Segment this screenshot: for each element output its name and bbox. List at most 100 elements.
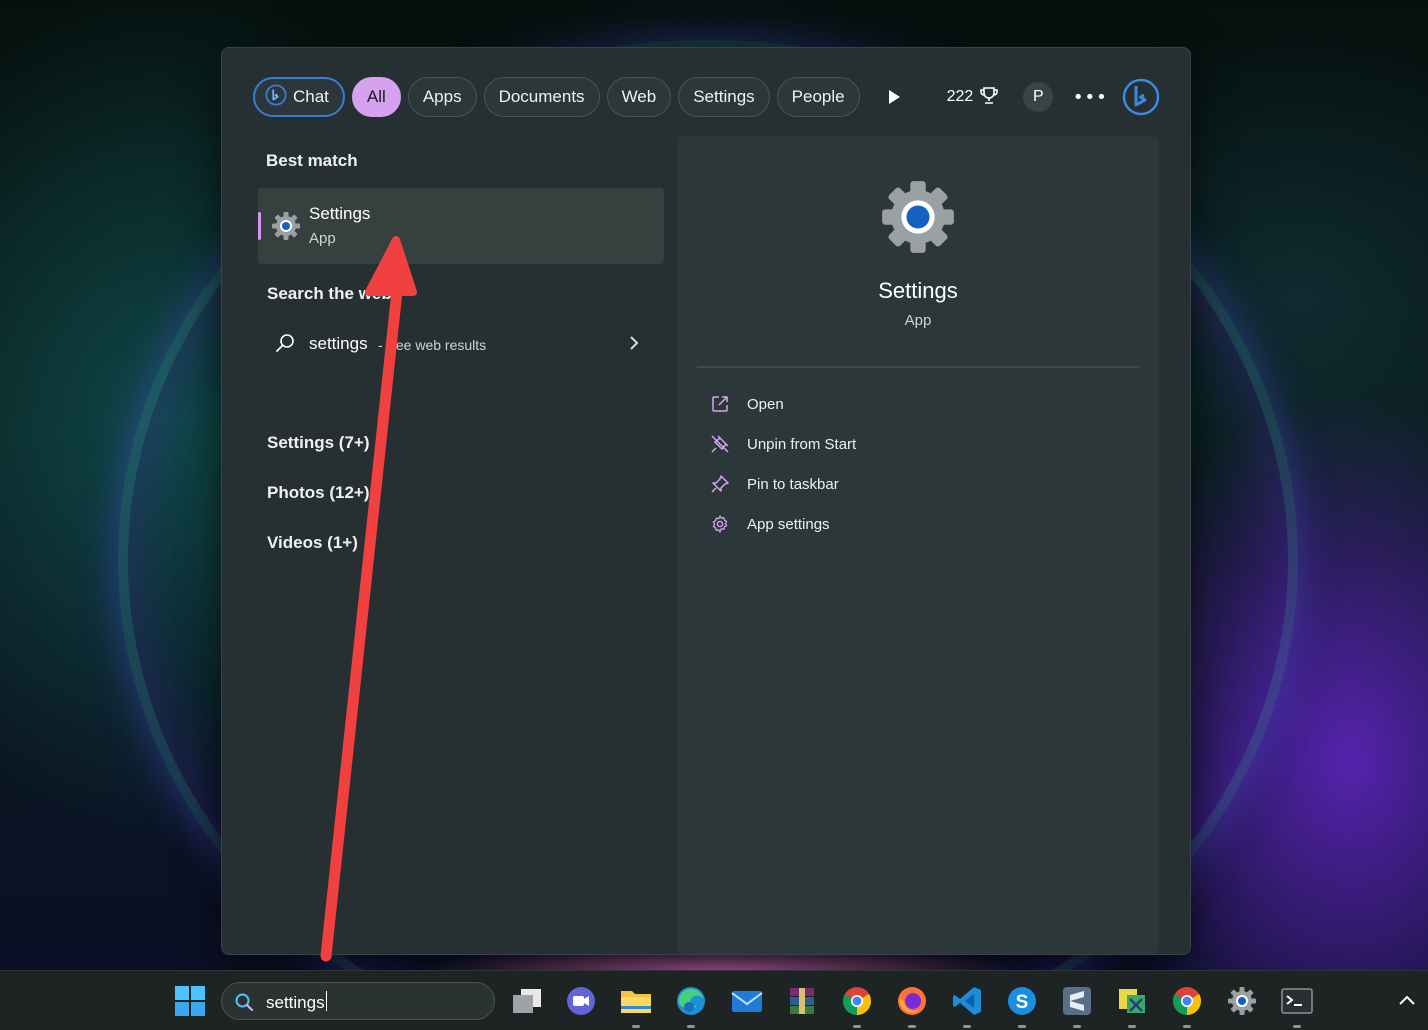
open-external-icon [709, 393, 731, 415]
chrome-profile-button[interactable] [1169, 983, 1205, 1028]
search-flyout: Chat All Apps Documents Web Settings Peo… [221, 47, 1191, 955]
play-icon [888, 90, 900, 104]
filter-chat[interactable]: Chat [253, 77, 345, 117]
action-app-settings[interactable]: App settings [709, 509, 830, 539]
folder-icon [621, 991, 651, 1013]
winrar-button[interactable] [784, 983, 820, 1019]
best-match-name: Settings [309, 204, 371, 223]
task-view-button[interactable] [509, 983, 545, 1019]
action-pin-to-taskbar[interactable]: Pin to taskbar [709, 469, 839, 499]
ellipsis-icon: ••• [1072, 86, 1108, 108]
vscode-button[interactable] [949, 983, 985, 1028]
vscode-icon [953, 987, 981, 1015]
bing-button[interactable] [1121, 77, 1161, 117]
more-options-button[interactable]: ••• [1072, 82, 1108, 112]
terminal-icon [1281, 988, 1313, 1014]
firefox-button[interactable] [894, 983, 930, 1028]
action-open-label: Open [747, 395, 784, 413]
running-indicator [1073, 1025, 1081, 1028]
preview-app-type: App [904, 312, 932, 329]
taskbar: settings S [0, 970, 1428, 1030]
rewards-points[interactable]: 222 [947, 85, 1000, 110]
text-caret [325, 991, 327, 1011]
best-match-heading: Best match [266, 151, 358, 170]
chrome-button[interactable] [839, 983, 875, 1028]
action-unpin-from-start[interactable]: Unpin from Start [709, 429, 856, 459]
search-filter-bar: Chat All Apps Documents Web Settings Peo… [253, 76, 1161, 118]
settings-taskbar-button[interactable] [1224, 983, 1260, 1019]
tool-app-button[interactable] [1114, 983, 1150, 1028]
search-icon [234, 992, 254, 1016]
preview-app-name: Settings [878, 278, 958, 303]
filter-people-label: People [791, 87, 845, 106]
filter-documents-label: Documents [498, 87, 585, 106]
show-hidden-icons-button[interactable] [1398, 991, 1416, 1010]
running-indicator [853, 1025, 861, 1028]
start-button[interactable] [174, 985, 206, 1021]
windows-logo-icon [175, 986, 205, 1016]
running-indicator [1183, 1025, 1191, 1028]
pin-icon [709, 473, 731, 495]
chevron-right-icon[interactable] [628, 335, 640, 355]
file-explorer-button[interactable] [618, 983, 654, 1028]
running-indicator [1293, 1025, 1301, 1028]
settings-gear-large-icon [877, 176, 959, 262]
skype-button[interactable]: S [1004, 983, 1040, 1028]
web-search-query: settings [309, 334, 368, 353]
group-settings[interactable]: Settings (7+) [267, 433, 370, 453]
bing-icon [1123, 78, 1160, 116]
running-indicator [1018, 1025, 1026, 1028]
firefox-icon [898, 987, 926, 1015]
sublime-text-icon [1063, 987, 1091, 1015]
preview-divider [697, 366, 1139, 368]
profile-avatar[interactable]: P [1023, 82, 1054, 112]
filter-settings-label: Settings [693, 87, 755, 106]
svg-text:S: S [1016, 992, 1029, 1013]
web-search-result[interactable]: settings - See web results [258, 318, 664, 368]
selection-indicator [258, 212, 261, 240]
mail-button[interactable] [729, 983, 765, 1019]
tool-app-icon [1119, 989, 1145, 1013]
more-filters-button[interactable] [877, 77, 911, 117]
group-videos[interactable]: Videos (1+) [267, 533, 358, 553]
filter-apps[interactable]: Apps [407, 77, 477, 117]
edge-icon [677, 987, 705, 1015]
chrome-icon [843, 987, 871, 1015]
search-web-heading: Search the web [267, 284, 392, 303]
running-indicator [632, 1025, 640, 1028]
taskbar-search-box[interactable]: settings [221, 982, 495, 1020]
filter-people[interactable]: People [776, 77, 860, 117]
action-open[interactable]: Open [709, 389, 784, 419]
taskbar-search-value: settings [266, 993, 325, 1012]
group-photos[interactable]: Photos (12+) [267, 483, 370, 503]
unpin-icon [709, 433, 731, 455]
settings-gear-icon [1228, 987, 1256, 1015]
running-indicator [908, 1025, 916, 1028]
terminal-button[interactable] [1279, 983, 1315, 1028]
filter-chat-label: Chat [293, 87, 329, 106]
best-match-type: App [309, 230, 336, 247]
filter-all[interactable]: All [351, 77, 401, 117]
rewards-points-value: 222 [946, 88, 974, 105]
taskbar-search-input: settings [266, 991, 327, 1013]
sublime-button[interactable] [1059, 983, 1095, 1028]
edge-button[interactable] [673, 983, 709, 1028]
task-view-icon [513, 989, 541, 1013]
bing-chat-icon [265, 83, 287, 111]
teams-chat-button[interactable] [563, 983, 599, 1019]
filter-web[interactable]: Web [606, 77, 672, 117]
settings-gear-icon [270, 210, 302, 246]
preview-pane: Settings App Open Unpin from Start Pin t… [677, 136, 1159, 954]
chevron-up-icon [1399, 995, 1415, 1005]
filter-documents[interactable]: Documents [483, 77, 600, 117]
trophy-icon [979, 85, 999, 110]
winrar-icon [790, 988, 814, 1014]
profile-initial: P [1032, 88, 1044, 105]
action-unpin-label: Unpin from Start [747, 435, 857, 453]
search-icon [275, 333, 295, 357]
best-match-result[interactable]: Settings App [258, 188, 664, 264]
filter-all-label: All [366, 87, 386, 106]
filter-settings[interactable]: Settings [678, 77, 770, 117]
running-indicator [963, 1025, 971, 1028]
action-pin-label: Pin to taskbar [747, 475, 839, 493]
